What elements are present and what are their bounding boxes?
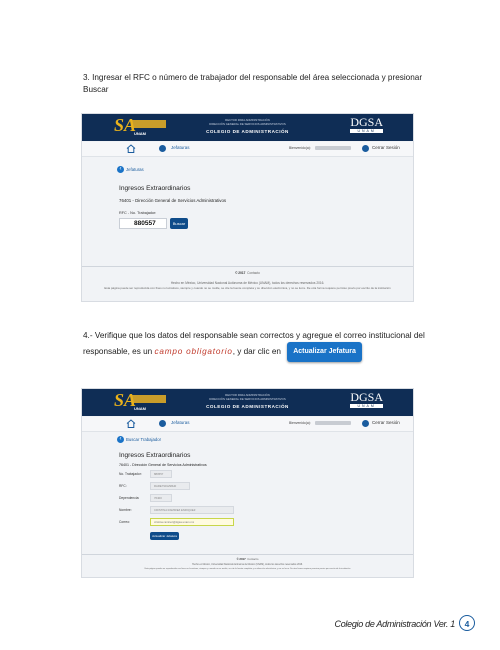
search-button[interactable]: Buscar — [170, 218, 188, 229]
user-name-redacted — [315, 421, 351, 425]
back-link[interactable]: Buscar Trabajador — [126, 437, 161, 442]
rfc-label: RFC - No. Trabajador: — [119, 211, 157, 215]
rfc-field: RARE7901298H0 — [150, 482, 190, 490]
field-label-rfc: RFC: — [119, 484, 127, 488]
footer-links: © 2017 Contacto — [235, 271, 260, 275]
email-field[interactable]: cristina.ramirez@dgsa.unam.mx — [150, 518, 234, 526]
section-subtitle: 76401 - Dirección General de Servicios A… — [119, 463, 207, 467]
step-4-instruction: 4.- Verifique que los datos del responsa… — [83, 330, 443, 362]
logout-link[interactable]: Cerrar Sesión — [372, 420, 400, 425]
nav-jefaturas[interactable]: Jefaturas — [171, 420, 190, 425]
worker-no-field: 880557 — [150, 470, 172, 478]
footer-line-1: Hecho en México, Universidad Nacional Au… — [170, 281, 325, 285]
back-arrow-icon[interactable]: ‹ — [117, 436, 124, 443]
page-number: 4 — [459, 615, 475, 631]
footer-line-1: Hecho en México, Universidad Nacional Au… — [192, 564, 303, 566]
field-label-nombre: Nombre: — [119, 508, 132, 512]
logout-icon[interactable] — [362, 145, 369, 152]
user-name-redacted — [315, 146, 351, 150]
section-title: Ingresos Extraordinarios — [119, 185, 191, 192]
section-title: Ingresos Extraordinarios — [119, 452, 191, 459]
jefaturas-icon[interactable] — [159, 145, 166, 152]
field-label-dependencia: Dependencia: — [119, 496, 140, 500]
update-jefatura-button[interactable]: Actualizar Jefatura — [150, 532, 179, 540]
welcome-label: Bienvenido(a): — [289, 146, 311, 150]
app-header: SA UNAM RECTOR PARA ADMINISTRACIÓN DIREC… — [82, 114, 413, 141]
field-label-worker-no: No. Trabajador: — [119, 472, 142, 476]
screenshot-search-worker: SA UNAM RECTOR PARA ADMINISTRACIÓN DIREC… — [81, 113, 414, 302]
app-header: SA UNAM RECTOR PARA ADMINISTRACIÓN DIREC… — [82, 389, 413, 416]
screenshot-update-jefatura: SA UNAM RECTOR PARA ADMINISTRACIÓN DIREC… — [81, 388, 414, 578]
nombre-field: CRISTINA RAMIREZ ENRIQUEZ — [150, 506, 234, 514]
section-subtitle: 76401 - Dirección General de Servicios A… — [119, 198, 227, 203]
logout-icon[interactable] — [362, 420, 369, 427]
welcome-label: Bienvenido(a): — [289, 421, 311, 425]
footer-line-2: Esta página puede ser reproducida con fi… — [104, 286, 391, 290]
document-footer: Colegio de Administración Ver. 1 — [334, 619, 456, 629]
rfc-input[interactable]: 880557 — [119, 218, 167, 229]
footer-links: © 2017 Contacto — [236, 557, 259, 561]
step-3-instruction: 3. Ingresar el RFC o número de trabajado… — [83, 73, 423, 94]
nav-bar: Jefaturas Bienvenido(a): Cerrar Sesión — [82, 142, 413, 157]
field-label-correo: Correo: — [119, 520, 130, 524]
dgsa-logo: DGSA UNAM — [350, 115, 383, 133]
nav-bar: Jefaturas Bienvenido(a): Cerrar Sesión — [82, 417, 413, 432]
nav-jefaturas[interactable]: Jefaturas — [171, 145, 190, 150]
jefaturas-icon[interactable] — [159, 420, 166, 427]
back-arrow-icon[interactable]: ‹ — [117, 166, 124, 173]
update-jefatura-button-illustration: Actualizar Jefatura — [287, 342, 362, 362]
dgsa-logo: DGSA UNAM — [350, 390, 383, 408]
logout-link[interactable]: Cerrar Sesión — [372, 145, 400, 150]
footer-line-2: Esta página puede ser reproducida con fi… — [144, 568, 351, 570]
back-link[interactable]: Jefaturas — [126, 167, 144, 172]
required-field-emphasis: campo obligatorio — [154, 347, 233, 357]
home-icon[interactable] — [126, 419, 136, 428]
dependencia-field: 76400 — [150, 494, 172, 502]
home-icon[interactable] — [126, 144, 136, 153]
